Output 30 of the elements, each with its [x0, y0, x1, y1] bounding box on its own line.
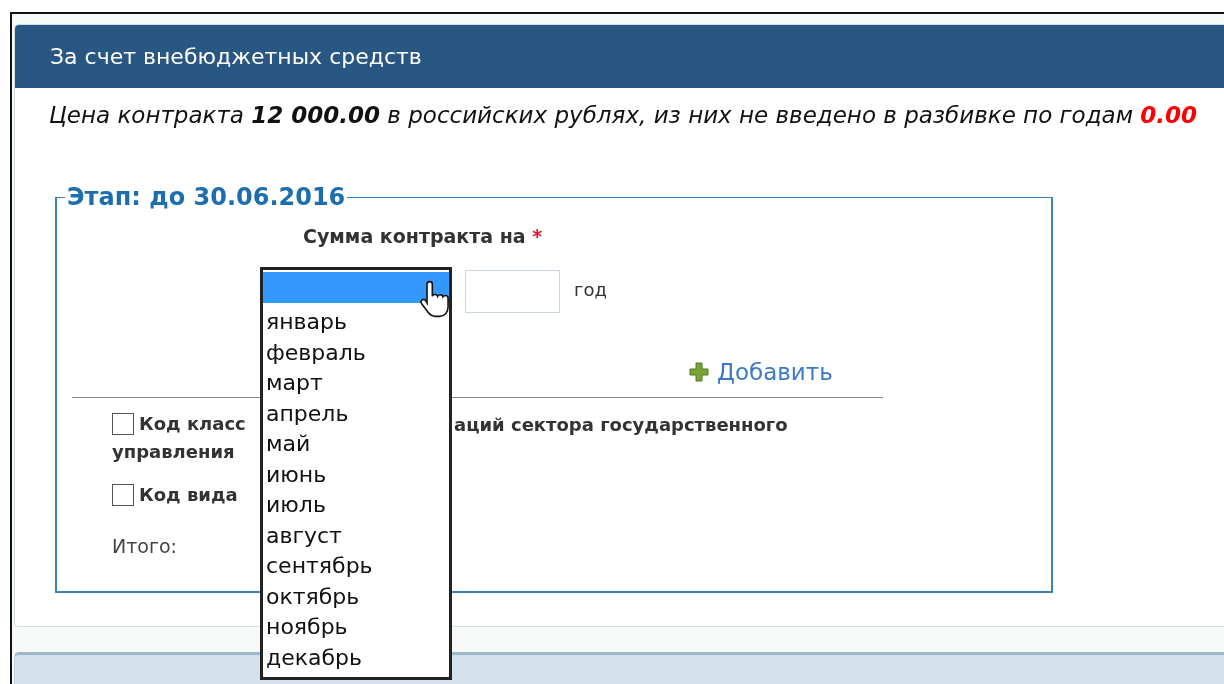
checkbox-label: Код вида [139, 484, 238, 505]
dropdown-option[interactable]: декабрь [263, 642, 449, 673]
checkbox[interactable] [112, 484, 134, 506]
dropdown-option[interactable]: февраль [263, 337, 449, 368]
dropdown-option[interactable]: апрель [263, 398, 449, 429]
plus-icon [689, 362, 709, 382]
sum-label: Сумма контракта на * [303, 225, 544, 247]
checkbox-label: управления [112, 440, 235, 464]
dropdown-option[interactable]: август [263, 520, 449, 551]
dropdown-option[interactable]: июль [263, 490, 449, 521]
add-link[interactable]: Добавить [689, 359, 833, 385]
month-dropdown-list[interactable]: январь февраль март апрель май июнь июль август сентябрь октябрь ноябрь декабрь [260, 267, 452, 680]
dropdown-option[interactable]: ноябрь [263, 612, 449, 643]
dropdown-option[interactable]: январь [263, 307, 449, 338]
dropdown-option[interactable]: март [263, 368, 449, 399]
panel-title: За счет внебюджетных средств [50, 44, 422, 69]
total-label: Итого: [112, 535, 177, 557]
year-unit-label: год [574, 279, 607, 300]
dropdown-option[interactable]: октябрь [263, 581, 449, 612]
dropdown-option[interactable]: сентябрь [263, 551, 449, 582]
stage-legend: Этап: до 30.06.2016 [65, 183, 348, 211]
checkbox-label: аций сектора государственного [454, 412, 788, 437]
dropdown-option[interactable]: июнь [263, 459, 449, 490]
dropdown-option[interactable] [263, 272, 449, 303]
hand-pointer-icon [419, 278, 451, 320]
checkbox-label: Код класс [139, 413, 246, 434]
year-input-field[interactable] [465, 270, 560, 313]
contract-price-text: Цена контракта 12 000.00 в российских рублях, из них не введено в разбивке по годам 0.00 [49, 102, 1199, 128]
dropdown-option[interactable]: май [263, 429, 449, 460]
checkbox[interactable] [112, 413, 134, 435]
